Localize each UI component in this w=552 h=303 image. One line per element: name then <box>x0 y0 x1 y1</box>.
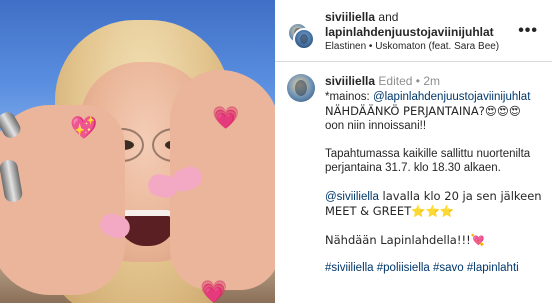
heart-sticker-icon: 💗 <box>212 106 240 131</box>
coauthor-avatar[interactable] <box>293 28 315 50</box>
caption-author-avatar[interactable] <box>287 74 315 102</box>
ad-prefix: *mainos: <box>325 91 373 103</box>
timestamp[interactable]: 2m <box>423 74 440 88</box>
and-text: and <box>378 10 399 24</box>
author-line: siviiliella and <box>325 10 398 24</box>
caption-line: NÄHDÄÄNKÖ PERJANTAINA?😍😍😍 <box>325 104 521 118</box>
separator-dot: • <box>415 74 420 88</box>
post-detail-panel: siviiliella and lapinlahdenjuustojaviini… <box>275 0 552 303</box>
heart-sticker-icon: 💖 <box>70 116 98 141</box>
caption-line: oon niin innoissani!! <box>325 120 427 132</box>
audio-track-link[interactable]: Elastinen • Uskomaton (feat. Sara Bee) <box>325 41 499 52</box>
caption-paragraph: Tapahtumassa kaikille sallittu nuortenil… <box>325 148 531 174</box>
author-username[interactable]: siviiliella <box>325 10 375 24</box>
hashtags-link[interactable]: #siviiliella #poliisiella #savo #lapinla… <box>325 261 547 275</box>
mention-link[interactable]: @lapinlahdenjuustojaviinijuhlat <box>373 91 530 103</box>
coauthor-username[interactable]: lapinlahdenjuustojaviinijuhlat <box>325 25 494 39</box>
post-media-image[interactable]: 💖 💗 💗 <box>0 0 275 303</box>
mention-link[interactable]: @siviiliella <box>325 191 379 203</box>
caption-body: *mainos: @lapinlahdenjuustojaviinijuhlat… <box>325 90 547 275</box>
edited-label: Edited <box>378 74 413 88</box>
caption-header: siviiliella Edited • 2m <box>325 74 440 88</box>
heart-sticker-icon: 💗 <box>200 280 228 303</box>
caption-username[interactable]: siviiliella <box>325 74 375 88</box>
caption-paragraph: Nähdään Lapinlahdella!!!💘 <box>325 233 486 247</box>
more-options-icon[interactable]: ••• <box>518 22 538 40</box>
post-header: siviiliella and lapinlahdenjuustojaviini… <box>275 0 552 62</box>
